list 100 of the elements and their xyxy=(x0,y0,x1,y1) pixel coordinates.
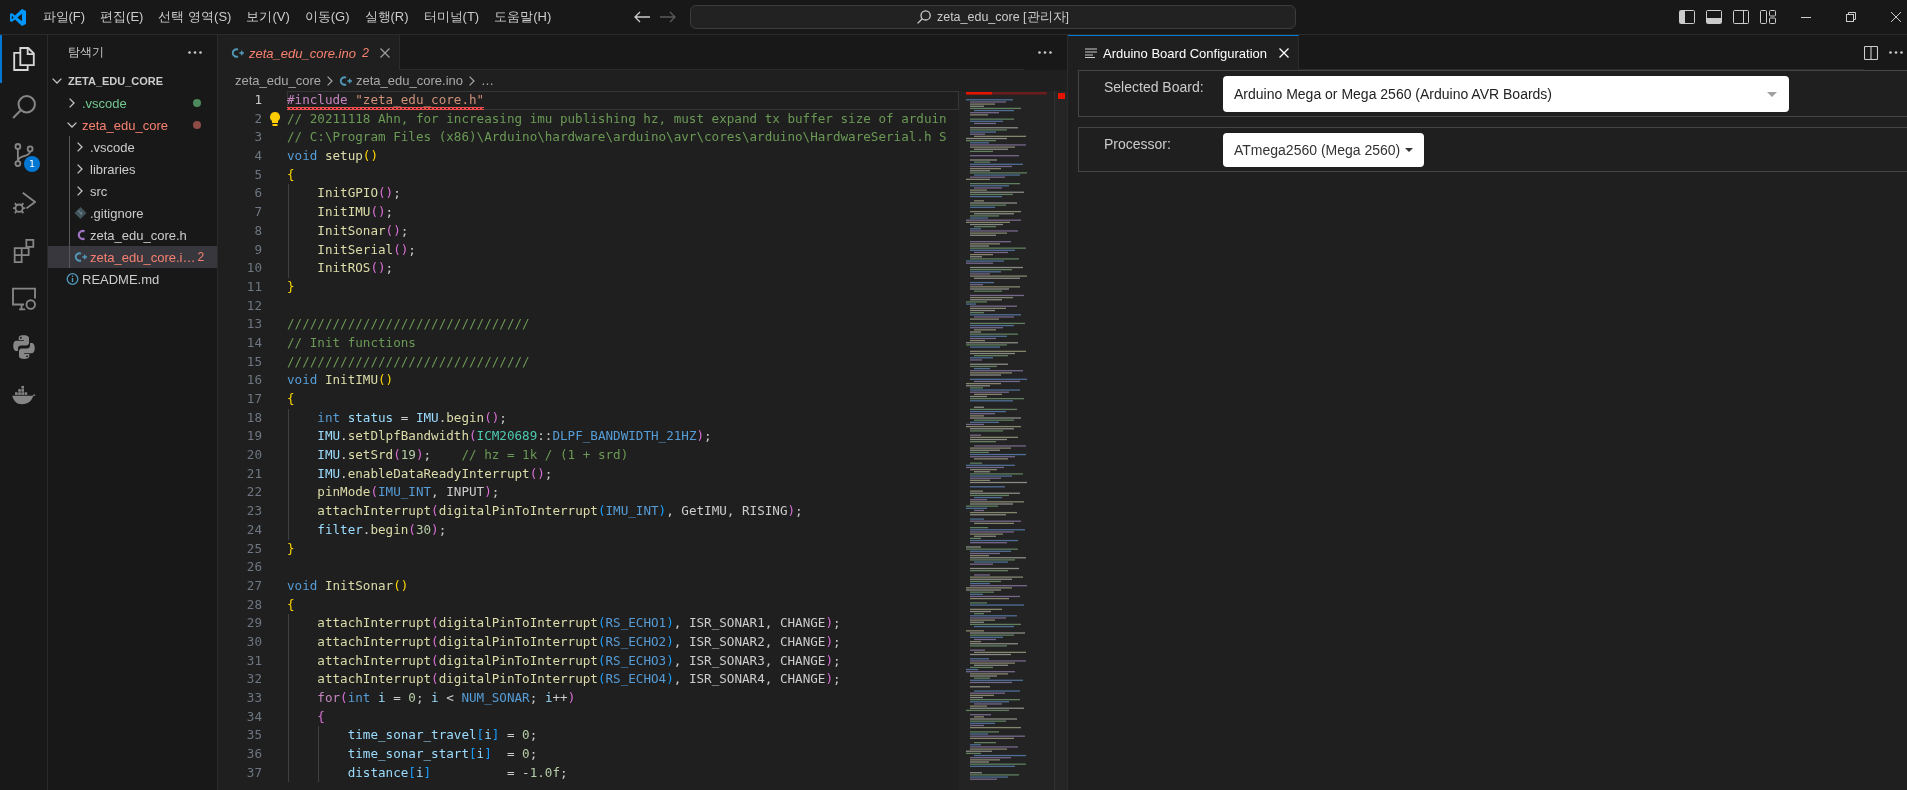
chevron-right-icon xyxy=(469,75,475,86)
line-number: 27 xyxy=(245,576,262,595)
more-actions-icon[interactable] xyxy=(1038,51,1052,54)
folder-header[interactable]: ZETA_EDU_CORE xyxy=(48,70,217,92)
code-line: time_sonar_travel[i] = 0; xyxy=(346,727,538,743)
code-line: void InitSonar() xyxy=(287,577,409,593)
code-line: distance[i] = -1.0f; xyxy=(346,764,568,780)
line-number: 8 xyxy=(253,221,262,240)
caret-icon xyxy=(1405,148,1414,152)
vertical-scrollbar[interactable] xyxy=(1054,91,1067,790)
code-line: // Init functions xyxy=(287,334,416,350)
code-line: //////////////////////////////// xyxy=(287,316,530,332)
line-number: 36 xyxy=(245,745,262,764)
tree-item[interactable]: zeta_edu_core xyxy=(48,114,217,136)
line-number: 37 xyxy=(245,763,262,782)
extensions-icon xyxy=(11,239,36,263)
activity-item[interactable]: 1 xyxy=(0,131,47,179)
line-number: 31 xyxy=(245,651,262,670)
menu-item[interactable]: 편집(E) xyxy=(92,6,151,28)
line-number: 23 xyxy=(245,502,262,521)
more-actions-icon[interactable] xyxy=(1889,51,1903,54)
minimize-icon[interactable] xyxy=(1801,16,1811,18)
code-line: pinMode(IMU_INT, INPUT); xyxy=(316,484,500,500)
menu-item[interactable]: 파일(F) xyxy=(35,6,93,28)
menu-item[interactable]: 보기(V) xyxy=(238,6,298,28)
code-line: InitSonar(); xyxy=(316,222,409,238)
dropdown-button[interactable]: ATmega2560 (Mega 2560) xyxy=(1223,133,1425,167)
tree-item[interactable]: .gitignore xyxy=(48,202,217,224)
tree-item[interactable]: README.md xyxy=(48,268,217,290)
line-number: 28 xyxy=(245,595,262,614)
line-number: 7 xyxy=(253,203,262,222)
right-sidebar-layout-icon[interactable] xyxy=(1733,10,1749,24)
menu-item[interactable]: 도움말(H) xyxy=(486,6,559,28)
code-line: void setup() xyxy=(287,148,378,164)
code-line: InitGPIO(); xyxy=(316,185,401,201)
tree-item[interactable]: .vscode xyxy=(48,92,217,114)
code-line: attachInterrupt(digitalPinToInterrupt(RS_ECHO1), ISR_SONAR1, CHANGE); xyxy=(316,615,841,631)
line-number: 12 xyxy=(245,296,262,315)
close-icon[interactable] xyxy=(1891,12,1901,22)
lightbulb-icon[interactable] xyxy=(269,112,280,127)
line-number: 9 xyxy=(253,240,262,259)
bottom-panel-layout-icon[interactable] xyxy=(1706,10,1722,24)
left-sidebar-layout-icon[interactable] xyxy=(1679,10,1695,24)
line-number: 35 xyxy=(245,726,262,745)
menu-item[interactable]: 선택 영역(S) xyxy=(150,6,239,28)
restore-icon[interactable] xyxy=(1846,12,1856,22)
line-number: 21 xyxy=(245,464,262,483)
board-dropdown[interactable]: Arduino Mega or Mega 2560 (Arduino AVR Boards) xyxy=(1223,76,1789,112)
split-editor-icon[interactable] xyxy=(1864,45,1878,60)
menu-item[interactable]: 터미널(T) xyxy=(416,6,487,28)
breadcrumb-item[interactable]: zeta_edu_core.ino xyxy=(339,73,463,88)
command-center[interactable]: zeta_edu_core [관리자] xyxy=(690,5,1296,29)
tree-item[interactable]: zeta_edu_core.i…2 xyxy=(48,246,217,268)
code-line: //////////////////////////////// xyxy=(287,353,530,369)
code-line: InitSerial(); xyxy=(316,241,416,257)
editor-tab[interactable]: Arduino Board Configuration xyxy=(1068,35,1300,70)
python-icon xyxy=(11,335,36,359)
line-number: 25 xyxy=(245,539,262,558)
line-number: 22 xyxy=(245,483,262,502)
files-icon xyxy=(11,47,36,71)
field-label: Selected Board: xyxy=(1104,78,1205,96)
back-arrow-icon[interactable] xyxy=(634,11,650,23)
status-dot-icon xyxy=(193,121,201,129)
tree-item[interactable]: .vscode xyxy=(48,136,217,158)
menu-item[interactable]: 이동(G) xyxy=(297,6,358,28)
line-number: 13 xyxy=(245,315,262,334)
code-line: attachInterrupt(digitalPinToInterrupt(RS_ECHO2), ISR_SONAR2, CHANGE); xyxy=(316,633,841,649)
code-line: attachInterrupt(digitalPinToInterrupt(IMU_INT), GetIMU, RISING); xyxy=(316,503,803,519)
code-line: IMU.setDlpfBandwidth(ICM20689::DLPF_BANDWIDTH_21HZ); xyxy=(316,428,712,444)
status-dot-icon xyxy=(193,99,201,107)
line-number: 5 xyxy=(253,165,262,184)
monitor-icon xyxy=(11,287,36,311)
info-icon xyxy=(65,273,79,285)
line-number: 26 xyxy=(245,558,262,577)
c-plus-file-icon xyxy=(231,47,244,59)
tree-item[interactable]: src xyxy=(48,180,217,202)
breadcrumb-item[interactable]: zeta_edu_core xyxy=(235,73,321,88)
line-number: 19 xyxy=(245,427,262,446)
line-number: 33 xyxy=(245,689,262,707)
tree-item[interactable]: libraries xyxy=(48,158,217,180)
line-number: 30 xyxy=(245,632,262,651)
more-actions-icon[interactable] xyxy=(188,51,202,54)
breadcrumb-item[interactable]: … xyxy=(481,73,494,88)
line-number: 20 xyxy=(245,446,262,465)
customize-layout-icon[interactable] xyxy=(1760,10,1776,24)
line-number: 32 xyxy=(245,670,262,689)
editor-tab[interactable]: zeta_edu_core.ino 2 xyxy=(218,35,400,70)
menu-item[interactable]: 실행(R) xyxy=(357,6,417,28)
tree-item[interactable]: zeta_edu_core.h xyxy=(48,224,217,246)
code-line: for(int i = 0; i < NUM_SONAR; i++) xyxy=(316,690,576,705)
line-number: 6 xyxy=(253,184,262,203)
close-icon[interactable] xyxy=(379,48,390,58)
code-line: IMU.enableDataReadyInterrupt(); xyxy=(316,465,553,481)
c-plus-file-icon xyxy=(339,74,352,87)
app-logo-icon xyxy=(10,8,26,26)
diamond-file-icon xyxy=(73,207,87,219)
search-icon xyxy=(916,10,931,24)
code-line: { xyxy=(287,596,295,612)
line-number: 17 xyxy=(245,390,262,408)
problem-count: 2 xyxy=(197,250,205,264)
